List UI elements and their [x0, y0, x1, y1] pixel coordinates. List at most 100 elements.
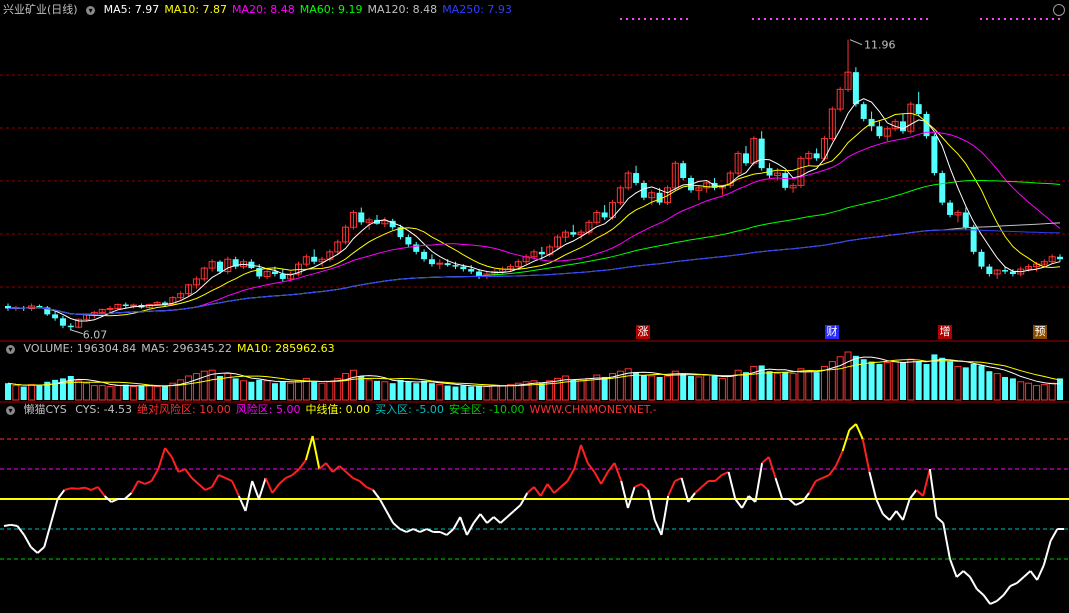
marker-dot [902, 18, 904, 20]
volume-bar [766, 371, 773, 400]
volume-bar [506, 384, 514, 401]
candle-body [970, 227, 977, 252]
marker-dot [632, 18, 634, 20]
marker-dot [866, 18, 868, 20]
marker-dot [896, 18, 898, 20]
volume-bar [20, 386, 27, 400]
marker-dot [998, 18, 1000, 20]
volume-bar [444, 385, 451, 400]
candle-body [1002, 270, 1009, 272]
candle-body [122, 304, 129, 306]
volume-bar [538, 383, 545, 400]
marker-dot [800, 18, 802, 20]
candle-body [852, 72, 859, 105]
marker-dot [794, 18, 796, 20]
cys-line-segment [64, 487, 72, 491]
cys-line-segment [1002, 585, 1012, 596]
candle-body [279, 274, 286, 279]
volume-bar [711, 376, 718, 400]
candle-body [931, 136, 938, 174]
volume-bar [349, 369, 357, 401]
cys-line-segment [822, 474, 830, 479]
volume-bar [216, 376, 223, 400]
cys-line-segment [727, 471, 737, 500]
event-marker-0[interactable]: 涨 [636, 325, 650, 339]
volume-bar [145, 385, 153, 401]
volume-bar [185, 375, 193, 401]
cys-line-segment [734, 498, 743, 509]
volume-bar [460, 385, 467, 400]
cys-line-segment [278, 477, 287, 485]
cys-line-segment [1023, 570, 1032, 578]
cys-line-segment [1036, 564, 1045, 581]
low-pointer [69, 329, 83, 335]
cys-line-segment [84, 486, 92, 491]
volume-bar [820, 365, 828, 401]
cys-line-segment [955, 570, 965, 578]
cys-line-segment [868, 471, 878, 500]
volume-bar [1025, 382, 1033, 401]
volume-bar [1032, 385, 1040, 401]
volume-bar [499, 385, 507, 401]
cys-line-segment [184, 468, 193, 479]
marker-dot [884, 18, 886, 20]
cys-line-segment [459, 516, 468, 536]
cys-line-segment [888, 510, 898, 521]
event-marker-1[interactable]: 财 [825, 325, 839, 339]
cys-line-segment [586, 462, 596, 473]
volume-bar [98, 385, 106, 401]
cys-line-segment [653, 519, 663, 536]
marker-dot [686, 18, 688, 20]
candle-body [468, 269, 475, 272]
marker-dot [1010, 18, 1012, 20]
volume-bar [742, 372, 749, 400]
cys-line-segment [526, 486, 535, 494]
cys-line-segment [285, 474, 293, 479]
cys-line-segment [311, 435, 321, 470]
volume-bar [12, 385, 20, 401]
candle-body [758, 138, 765, 169]
cys-line-segment [539, 483, 549, 497]
cys-line-segment [828, 465, 837, 476]
volume-bar [789, 373, 797, 401]
cys-line-segment [687, 492, 696, 503]
cys-line-segment [291, 468, 300, 476]
volume-bar [452, 386, 459, 400]
volume-bar [83, 382, 91, 401]
volume-bar [656, 376, 663, 400]
marker-dot [860, 18, 862, 20]
cys-line-segment [137, 480, 146, 485]
stock-chart[interactable]: 11.96 6.07 [0, 0, 1069, 613]
cys-line-segment [573, 444, 582, 470]
volume-bar [899, 362, 906, 400]
cys-line-segment [412, 528, 421, 533]
candle-body [67, 325, 74, 328]
cys-line-segment [1029, 570, 1038, 581]
cys-line-segment [674, 477, 683, 482]
volume-bar [1048, 382, 1056, 401]
candle-body [1057, 256, 1063, 260]
event-marker-2[interactable]: 增 [938, 325, 952, 339]
volume-bar [279, 381, 286, 400]
volume-bar [726, 375, 734, 401]
cys-line-segment [472, 513, 482, 524]
event-marker-3[interactable]: 预 [1033, 325, 1047, 339]
cys-line-segment [426, 528, 434, 533]
cys-line-segment [298, 459, 307, 470]
volume-bar [36, 385, 43, 400]
candle-body [813, 153, 820, 159]
volume-bar [476, 385, 483, 400]
volume-bar [90, 385, 98, 401]
candle-body [939, 173, 946, 203]
candle-body [106, 307, 114, 310]
marker-dot [848, 18, 850, 20]
cys-line-segment [224, 477, 233, 482]
cys-line-segment [486, 516, 495, 524]
cys-line-segment [902, 498, 911, 521]
volume-bar [907, 358, 915, 401]
candle-body [947, 202, 954, 215]
volume-bar [162, 385, 169, 400]
cys-line-segment [942, 522, 951, 560]
candle-body [656, 192, 663, 203]
cys-line-segment [566, 468, 576, 482]
